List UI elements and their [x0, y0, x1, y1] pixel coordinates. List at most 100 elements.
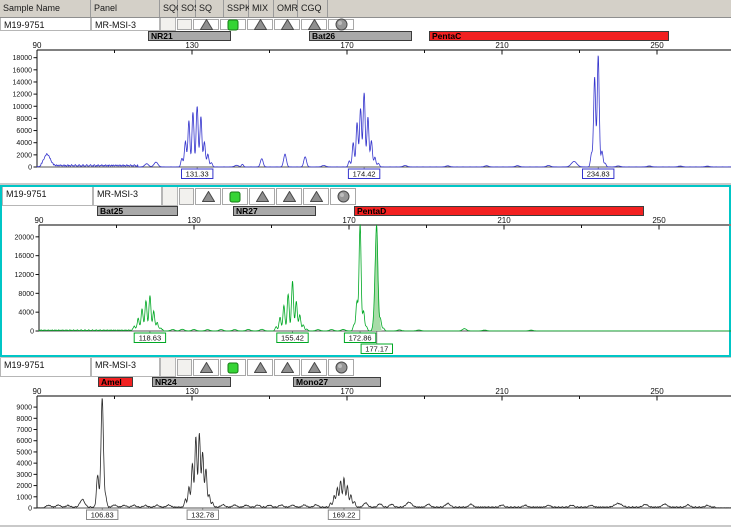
- flag-cell-sqo: [177, 359, 192, 376]
- column-header-sq[interactable]: SQ: [196, 0, 224, 17]
- y-tick-label: 6000: [16, 438, 32, 445]
- flag-cell-cgq[interactable]: [330, 188, 356, 205]
- flag-cell-sspk[interactable]: [249, 188, 275, 205]
- trace-panel-2-selected[interactable]: M19-9751 MR-MSI-3 Bat25 NR27 PentaD 90 130 170 2…: [0, 185, 731, 357]
- column-header-mix[interactable]: MIX: [249, 0, 274, 17]
- x-tick-label: 170: [340, 387, 354, 396]
- x-tick-label: 210: [495, 387, 509, 396]
- marker-track: NR21 Bat26 PentaC: [0, 31, 731, 41]
- flag-cell-sspk[interactable]: [247, 19, 273, 30]
- column-header-cgq[interactable]: CGQ: [298, 0, 328, 17]
- quality-flags: [177, 18, 355, 31]
- flag-cell-mix[interactable]: [274, 19, 300, 30]
- trace-plot-area[interactable]: 90 130 170 210 250 0 2000 4000 6000 8000 10000 1200…: [0, 41, 731, 183]
- marker-bar-mono27[interactable]: Mono27: [293, 377, 381, 387]
- y-tick-label: 4000: [16, 461, 32, 468]
- peak-size-value: 174.42: [353, 169, 376, 178]
- marker-bar-pentad[interactable]: PentaD: [354, 206, 644, 216]
- x-tick-label: 130: [187, 216, 201, 225]
- column-header-omr[interactable]: OMR: [274, 0, 298, 17]
- flag-cell-sqo: [177, 19, 192, 30]
- flag-cell-sos[interactable]: [193, 19, 219, 30]
- peak-size-value: 234.83: [587, 169, 610, 178]
- column-header-sqo[interactable]: SQO: [160, 0, 183, 17]
- pass-square-icon: [227, 362, 239, 373]
- y-tick-label: 0: [28, 506, 32, 513]
- quality-flags: [177, 359, 355, 376]
- peak-size-value: 169.22: [333, 510, 356, 519]
- marker-bar-pentac[interactable]: PentaC: [429, 31, 669, 41]
- flag-cell-sq[interactable]: [222, 188, 248, 205]
- marker-track: Amel NR24 Mono27: [0, 377, 731, 387]
- peak-size-value: 177.17: [365, 344, 388, 353]
- y-tick-label: 4000: [16, 140, 32, 147]
- pass-square-icon: [229, 191, 241, 202]
- peak-size-value: 132.78: [191, 510, 214, 519]
- marker-bar-bat25[interactable]: Bat25: [97, 206, 178, 216]
- flag-cell-cgq[interactable]: [328, 18, 354, 31]
- column-header-sample-name[interactable]: Sample Name: [0, 0, 91, 17]
- column-header-sos[interactable]: SOS: [178, 0, 200, 17]
- x-tick-label: 250: [650, 387, 664, 396]
- flag-cell-sspk[interactable]: [247, 359, 273, 376]
- y-tick-label: 8000: [16, 116, 32, 123]
- trace-line: [38, 224, 731, 332]
- genetic-analyzer-trace-view: Sample Name Panel SQO SOS SQ SSPK MIX OMR CGQ M1…: [0, 0, 731, 527]
- x-tick-label: 210: [495, 41, 509, 50]
- electropherogram-svg[interactable]: 90 130 170 210 250 0 1000 2000 3000 4000 5000 6000 7…: [0, 387, 731, 525]
- flag-cell-cgq[interactable]: [328, 359, 354, 376]
- trace-panel-1[interactable]: M19-9751 MR-MSI-3 NR21 Bat26 PentaC 90 130 170 2…: [0, 18, 731, 183]
- y-tick-label: 16000: [13, 67, 33, 74]
- panel-name-cell[interactable]: MR-MSI-3: [91, 18, 160, 31]
- warning-triangle-icon: [307, 362, 321, 373]
- panel-name-cell[interactable]: MR-MSI-3: [91, 358, 160, 377]
- y-tick-label: 14000: [13, 79, 33, 86]
- electropherogram-svg[interactable]: 90 130 170 210 250 0 2000 4000 6000 8000 10000 1200…: [0, 41, 731, 183]
- flag-cell-mix[interactable]: [276, 188, 302, 205]
- marker-track: Bat25 NR27 PentaD: [2, 206, 729, 216]
- flag-cell-omr[interactable]: [303, 188, 329, 205]
- y-tick-label: 12000: [13, 92, 33, 99]
- marker-bar-amel[interactable]: Amel: [98, 377, 133, 387]
- x-tick-label: 170: [340, 41, 354, 50]
- y-tick-label: 18000: [13, 55, 33, 62]
- trace-plot-area[interactable]: 90 130 170 210 250 0 4000 8000 12000 16000 20000 11…: [2, 216, 731, 355]
- x-tick-label: 250: [650, 41, 664, 50]
- y-tick-label: 2000: [16, 152, 32, 159]
- warning-triangle-icon: [199, 19, 213, 30]
- panel-name-cell[interactable]: MR-MSI-3: [93, 187, 162, 206]
- warning-triangle-icon: [307, 19, 321, 30]
- y-tick-label: 0: [28, 165, 32, 172]
- trace-plot-area[interactable]: 90 130 170 210 250 0 1000 2000 3000 4000 5000 6000 7…: [0, 387, 731, 525]
- flag-cell-sq[interactable]: [220, 359, 246, 376]
- column-header-sspk[interactable]: SSPK: [224, 0, 251, 17]
- quality-circle-icon: [335, 361, 347, 374]
- flag-cell-mix[interactable]: [274, 359, 300, 376]
- sample-row[interactable]: M19-9751 MR-MSI-3: [0, 358, 731, 377]
- sample-row[interactable]: M19-9751 MR-MSI-3: [2, 187, 729, 206]
- table-header: Sample Name Panel SQO SOS SQ SSPK MIX OMR CGQ: [0, 0, 731, 18]
- flag-cell-sos[interactable]: [195, 188, 221, 205]
- flag-cell-omr[interactable]: [301, 19, 327, 30]
- sample-name-cell[interactable]: M19-9751: [2, 187, 93, 206]
- sample-row[interactable]: M19-9751 MR-MSI-3: [0, 18, 731, 31]
- marker-bar-nr24[interactable]: NR24: [152, 377, 231, 387]
- spacer-cell: [162, 187, 178, 206]
- flag-cell-sq[interactable]: [220, 19, 246, 30]
- marker-bar-nr27[interactable]: NR27: [233, 206, 316, 216]
- marker-bar-bat26[interactable]: Bat26: [309, 31, 412, 41]
- x-tick-label: 210: [497, 216, 511, 225]
- flag-cell-sos[interactable]: [193, 359, 219, 376]
- y-tick-label: 16000: [15, 253, 35, 260]
- column-header-panel[interactable]: Panel: [91, 0, 160, 17]
- electropherogram-svg[interactable]: 90 130 170 210 250 0 4000 8000 12000 16000 20000 11…: [2, 216, 731, 355]
- y-tick-label: 7000: [16, 427, 32, 434]
- warning-triangle-icon: [201, 191, 215, 202]
- sample-name-cell[interactable]: M19-9751: [0, 358, 91, 377]
- sample-name-cell[interactable]: M19-9751: [0, 18, 91, 31]
- y-tick-label: 20000: [15, 234, 35, 241]
- marker-bar-nr21[interactable]: NR21: [148, 31, 231, 41]
- y-tick-label: 9000: [16, 405, 32, 412]
- flag-cell-omr[interactable]: [301, 359, 327, 376]
- trace-panel-3[interactable]: M19-9751 MR-MSI-3 Amel NR24 Mono27 90 130 170 21…: [0, 358, 731, 525]
